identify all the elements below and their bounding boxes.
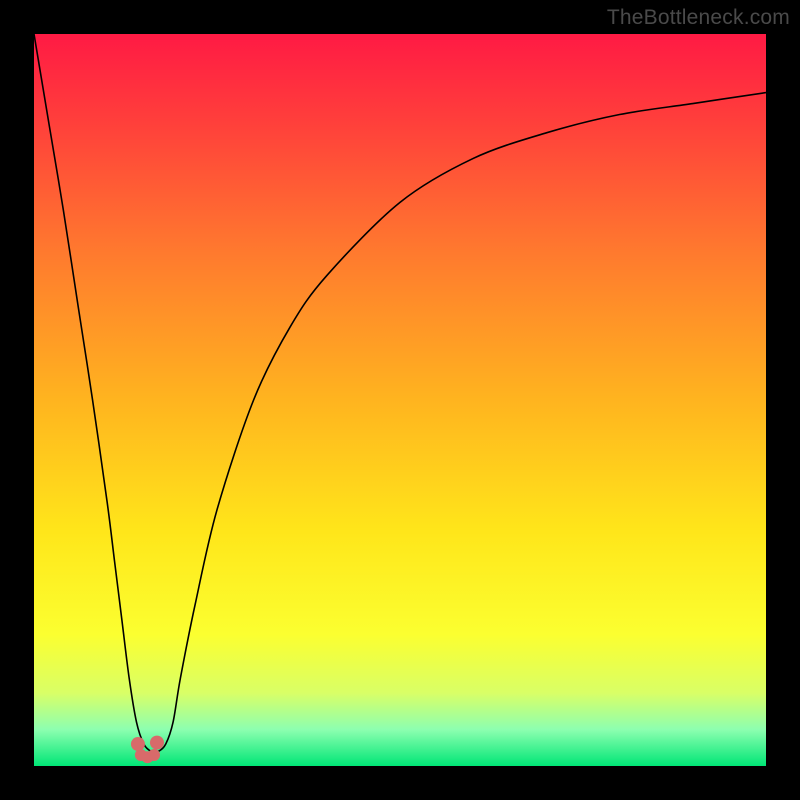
trough-marker bbox=[131, 737, 145, 751]
gradient-background bbox=[34, 34, 766, 766]
trough-marker bbox=[141, 751, 153, 763]
chart-frame: TheBottleneck.com bbox=[0, 0, 800, 800]
trough-marker bbox=[150, 736, 164, 750]
watermark-text: TheBottleneck.com bbox=[607, 6, 790, 30]
plot-area bbox=[34, 34, 766, 766]
plot-svg bbox=[34, 34, 766, 766]
